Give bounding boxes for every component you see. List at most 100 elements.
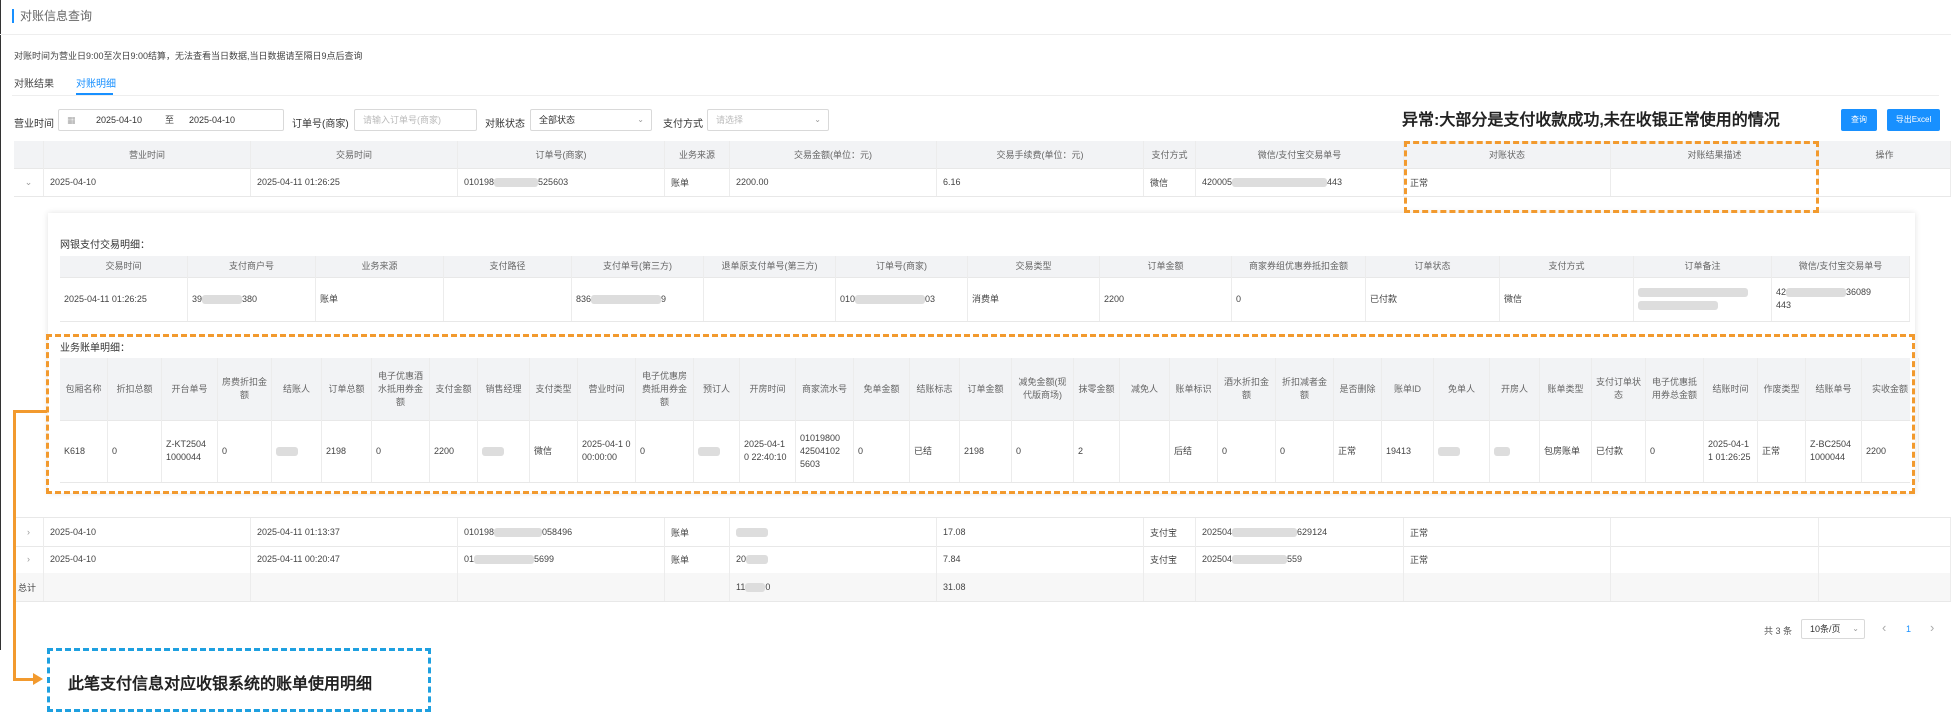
- txn-prefix: 42: [1776, 287, 1787, 297]
- payment-col-header: 订单金额: [1100, 256, 1232, 277]
- payment-col-header: 微信/支付宝交易单号: [1772, 256, 1910, 277]
- connector-line: [13, 410, 47, 413]
- pay-method-label: 支付方式: [663, 119, 703, 130]
- payment-order-amount: 2200: [1100, 277, 1232, 321]
- cell-txn-no: 202504 559: [1196, 545, 1404, 573]
- date-end[interactable]: 2025-04-10: [189, 110, 235, 130]
- redacted-blur: [1232, 177, 1328, 187]
- tab-reconcile-result[interactable]: 对账结果: [14, 75, 54, 90]
- redacted-blur: [591, 294, 662, 304]
- payment-trade-type: 消费单: [968, 277, 1100, 321]
- tab-reconcile-detail[interactable]: 对账明细: [76, 75, 116, 90]
- cell-trade-time: 2025-04-11 01:13:37: [251, 518, 458, 546]
- bill-detail-annotation: 此笔支付信息对应收银系统的账单使用明细: [68, 676, 373, 693]
- payment-col-header: 支付商户号: [188, 256, 316, 277]
- cell-order-no: 010198 525603: [458, 168, 665, 196]
- arrow-head-icon: [33, 673, 43, 685]
- cell-result-desc: [1611, 545, 1819, 573]
- table-row[interactable]: › 2025-04-10 2025-04-11 01:13:37 010198 0…: [14, 517, 1951, 547]
- cell-amount: 20: [730, 545, 937, 573]
- chevron-down-icon: ⌄: [814, 115, 821, 124]
- order-no-prefix: 010198: [464, 527, 495, 537]
- page-size-select[interactable]: 10条/页 ⌄: [1801, 619, 1865, 639]
- business-time-label: 营业时间: [14, 119, 54, 130]
- prev-page-button[interactable]: ‹: [1882, 620, 1886, 635]
- cell-status: 正常: [1404, 518, 1611, 546]
- redacted-blur: [1232, 527, 1298, 537]
- order-no-prefix: 01: [464, 554, 475, 564]
- redacted-blur: [1638, 301, 1718, 310]
- bill-detail-highlight-box: [46, 334, 1915, 494]
- payment-detail-table: 交易时间 支付商户号 业务来源 支付路径 支付单号(第三方) 退单原支付单号(第…: [60, 256, 1910, 322]
- payment-source: 账单: [316, 277, 444, 321]
- payment-col-header: 支付路径: [444, 256, 572, 277]
- col-business-time: 营业时间: [44, 141, 251, 168]
- txn-suffix: 629124: [1297, 527, 1328, 537]
- cell-actions: [1819, 518, 1951, 546]
- order-no-suffix: 058496: [542, 527, 573, 537]
- merchant-suffix: 380: [242, 293, 258, 304]
- payment-coupon: 0: [1232, 277, 1366, 321]
- redacted-blur: [494, 527, 543, 537]
- txn-prefix: 420005: [1202, 177, 1233, 187]
- total-label: 总计: [14, 573, 44, 601]
- abnormal-annotation: 异常:大部分是支付收款成功,未在收银正常使用的情况: [1402, 112, 1780, 129]
- redacted-blur: [1232, 554, 1288, 564]
- date-start[interactable]: 2025-04-10: [96, 110, 142, 130]
- order-no-input[interactable]: 请输入订单号(商家): [354, 109, 477, 131]
- payment-col-header: 支付单号(第三方): [572, 256, 704, 277]
- connector-line: [13, 678, 35, 681]
- table-row[interactable]: › 2025-04-10 2025-04-11 00:20:47 01 5699 …: [14, 545, 1951, 574]
- cell-fee: 6.16: [937, 168, 1144, 196]
- cell-trade-time: 2025-04-11 01:26:25: [251, 168, 458, 196]
- expand-toggle-icon[interactable]: ›: [14, 518, 44, 546]
- total-amount-suffix: 0: [765, 582, 771, 592]
- txn-prefix: 202504: [1202, 554, 1233, 564]
- business-date-range-picker[interactable]: ▦ 2025-04-10 至 2025-04-10: [58, 109, 284, 131]
- payment-order-no: 010 03: [836, 277, 968, 321]
- payment-col-header: 商家券组优惠券抵扣金额: [1232, 256, 1366, 277]
- next-page-button[interactable]: ›: [1930, 620, 1934, 635]
- cell-business-time: 2025-04-10: [44, 518, 251, 546]
- col-pay-method: 支付方式: [1144, 141, 1196, 168]
- total-amount-prefix: 11: [736, 582, 746, 592]
- query-button[interactable]: 查询: [1841, 109, 1877, 131]
- cell-source: 账单: [665, 168, 730, 196]
- cell-amount: [730, 518, 937, 546]
- expand-toggle-icon[interactable]: ⌄: [14, 168, 44, 196]
- pagination-total: 共 3 条: [1764, 626, 1793, 636]
- total-fee: 31.08: [937, 573, 1144, 601]
- connector-line: [13, 410, 16, 681]
- txn-suffix: 443: [1776, 300, 1792, 310]
- cell-status: 正常: [1404, 545, 1611, 573]
- export-excel-button[interactable]: 导出Excel: [1887, 109, 1940, 131]
- payment-remark: [1634, 277, 1772, 321]
- expand-toggle-icon[interactable]: ›: [14, 545, 44, 573]
- total-row: 总计 11 0 31.08: [14, 573, 1951, 602]
- cell-source: 账单: [665, 518, 730, 546]
- pay-method-select[interactable]: 请选择 ⌄: [707, 109, 829, 131]
- payment-col-header: 业务来源: [316, 256, 444, 277]
- col-fee: 交易手续费(单位：元): [937, 141, 1144, 168]
- payment-third-party-no: 836 9: [572, 277, 704, 321]
- redacted-blur: [1638, 288, 1748, 297]
- cell-pay-method: 支付宝: [1144, 518, 1196, 546]
- redacted-blur: [1786, 288, 1847, 298]
- tab-divider: [12, 95, 1939, 96]
- calendar-icon: ▦: [67, 115, 76, 125]
- left-edge-bar: [0, 0, 1, 650]
- cell-pay-method: 支付宝: [1144, 545, 1196, 573]
- redacted-blur: [202, 294, 243, 304]
- page-size-value: 10条/页: [1810, 624, 1841, 634]
- abnormal-highlight-box: [1404, 141, 1819, 213]
- cell-trade-time: 2025-04-11 00:20:47: [251, 545, 458, 573]
- status-select[interactable]: 全部状态 ⌄: [530, 109, 652, 131]
- redacted-blur: [474, 554, 535, 564]
- pay-no-suffix: 9: [661, 293, 667, 304]
- page-1-button[interactable]: 1: [1906, 624, 1911, 634]
- date-range-separator: 至: [165, 115, 175, 125]
- cell-source: 账单: [665, 545, 730, 573]
- payment-txn-no: 42 36089 443: [1772, 277, 1910, 321]
- txn-mid: 36089: [1846, 287, 1872, 297]
- col-txn-no: 微信/支付宝交易单号: [1196, 141, 1404, 168]
